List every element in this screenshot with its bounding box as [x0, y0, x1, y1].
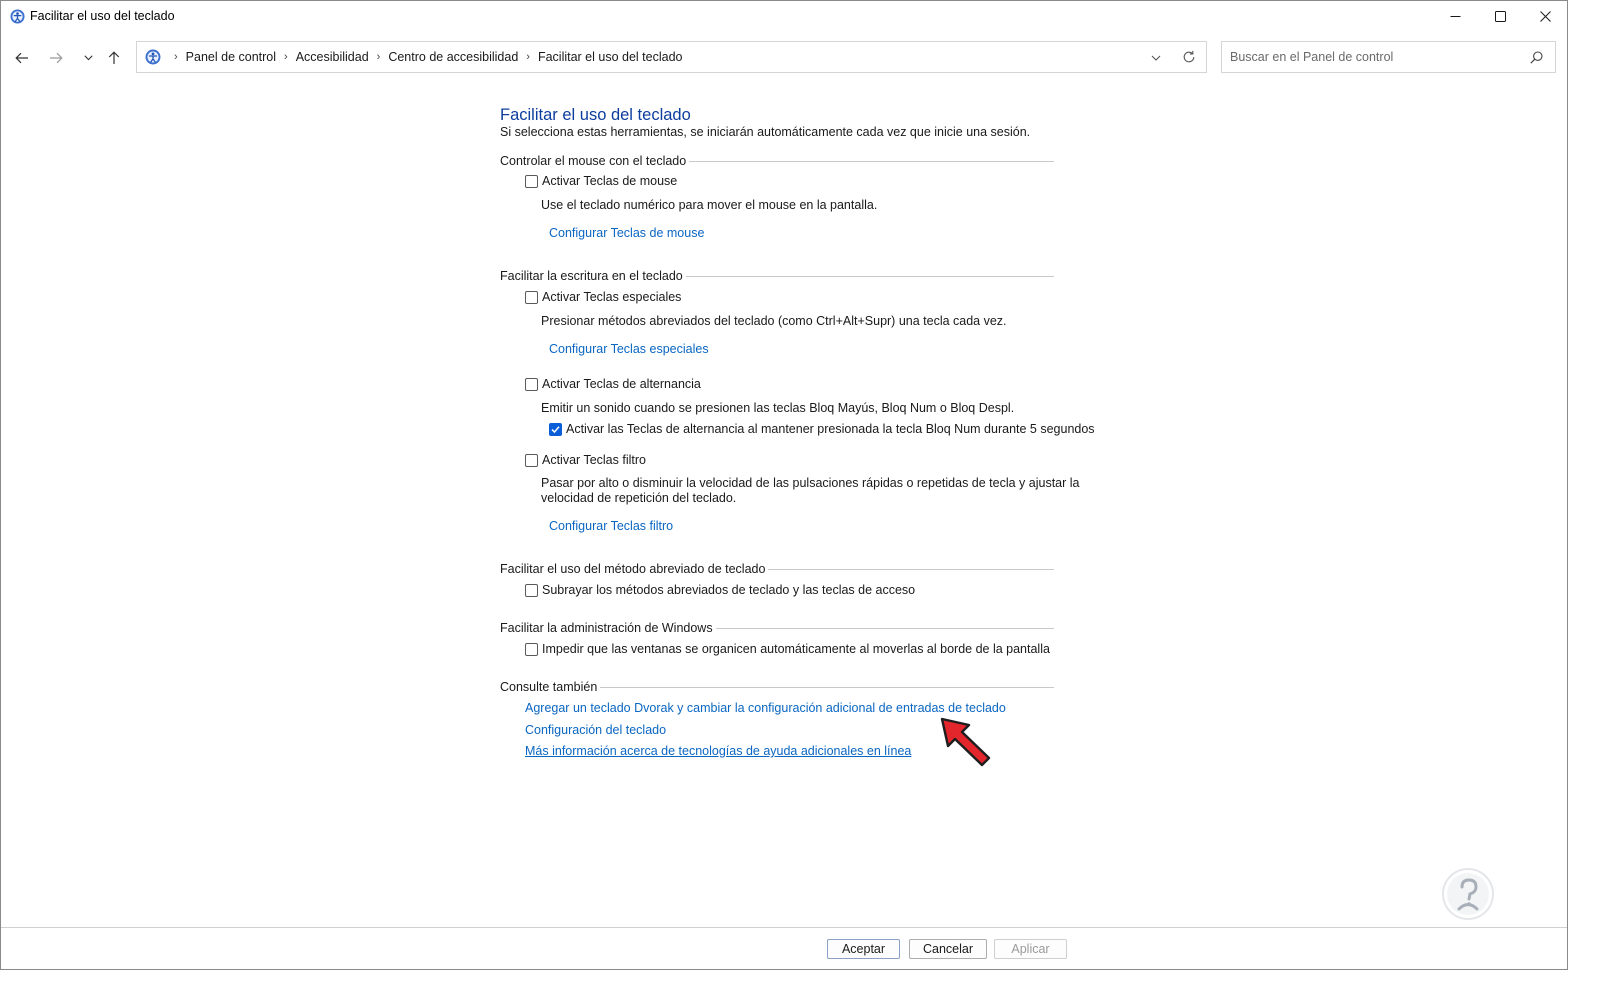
toggle-keys-numlock-label: Activar las Teclas de alternancia al man… [566, 422, 1095, 436]
page-title: Facilitar el uso del teclado [500, 106, 691, 124]
arrow-up-icon [108, 51, 120, 64]
keyboard-settings-link[interactable]: Configuración del teclado [525, 723, 666, 737]
breadcrumb-separator-icon[interactable]: › [174, 51, 178, 63]
section-heading-windows: Facilitar la administración de Windows [500, 620, 1054, 636]
forward-button[interactable] [44, 46, 68, 70]
section-heading-label: Controlar el mouse con el teclado [500, 154, 687, 168]
sticky-keys-description: Presionar métodos abreviados del teclado… [541, 314, 1007, 328]
toggle-keys-numlock-checkbox[interactable] [549, 422, 562, 436]
section-divider [685, 276, 1054, 277]
configure-mouse-keys-link[interactable]: Configurar Teclas de mouse [549, 226, 704, 240]
mouse-keys-checkbox[interactable] [525, 174, 538, 188]
filter-keys-checkbox[interactable] [525, 453, 538, 467]
toggle-keys-numlock-checkbox-row[interactable]: Activar las Teclas de alternancia al man… [549, 422, 1095, 436]
footer-divider [1, 927, 1567, 928]
breadcrumb-separator-icon[interactable]: › [526, 51, 530, 63]
section-heading-mouse: Controlar el mouse con el teclado [500, 153, 1054, 169]
toggle-keys-description: Emitir un sonido cuando se presionen las… [541, 401, 1015, 415]
minimize-icon [1450, 16, 1460, 17]
section-heading-shortcuts: Facilitar el uso del método abreviado de… [500, 561, 1054, 577]
sticky-keys-checkbox[interactable] [525, 290, 538, 304]
control-panel-icon [10, 9, 25, 24]
mouse-keys-checkbox-row[interactable]: Activar Teclas de mouse [525, 174, 677, 188]
breadcrumb-panel-de-control[interactable]: Panel de control [186, 50, 276, 64]
section-heading-typing: Facilitar la escritura en el teclado [500, 268, 1054, 284]
title-bar[interactable]: Facilitar el uso del teclado [1, 1, 1567, 32]
breadcrumb-centro-de-accesibilidad[interactable]: Centro de accesibilidad [388, 50, 518, 64]
breadcrumb-separator-icon[interactable]: › [284, 51, 288, 63]
up-button[interactable] [102, 46, 126, 70]
underline-shortcuts-label: Subrayar los métodos abreviados de tecla… [542, 583, 916, 597]
window: Facilitar el uso del teclado › Panel de … [0, 0, 1568, 970]
toggle-keys-checkbox[interactable] [525, 377, 538, 391]
mouse-keys-label: Activar Teclas de mouse [542, 174, 678, 188]
toggle-keys-label: Activar Teclas de alternancia [542, 377, 701, 391]
search-box[interactable] [1221, 41, 1556, 73]
section-heading-label: Facilitar la escritura en el teclado [500, 269, 683, 283]
filter-keys-checkbox-row[interactable]: Activar Teclas filtro [525, 453, 646, 467]
breadcrumb-separator-icon[interactable]: › [377, 51, 381, 63]
minimize-button[interactable] [1432, 1, 1478, 32]
person-question-logo [1441, 867, 1495, 921]
address-dropdown-icon[interactable] [1150, 51, 1162, 63]
prevent-snap-label: Impedir que las ventanas se organicen au… [542, 642, 1050, 656]
control-panel-icon [145, 49, 161, 65]
prevent-snap-checkbox[interactable] [525, 642, 538, 656]
toggle-keys-checkbox-row[interactable]: Activar Teclas de alternancia [525, 377, 701, 391]
apply-button[interactable]: Aplicar [994, 939, 1067, 959]
section-heading-label: Facilitar el uso del método abreviado de… [500, 562, 766, 576]
back-button[interactable] [10, 46, 34, 70]
address-bar[interactable]: › Panel de control › Accesibilidad › Cen… [136, 41, 1207, 73]
refresh-icon[interactable] [1182, 50, 1196, 64]
recent-locations-button[interactable] [76, 46, 100, 70]
sticky-keys-checkbox-row[interactable]: Activar Teclas especiales [525, 290, 681, 304]
search-icon[interactable] [1530, 51, 1543, 64]
section-divider [768, 569, 1054, 570]
ok-button[interactable]: Aceptar [827, 939, 900, 959]
maximize-button[interactable] [1477, 1, 1523, 32]
page-subtitle: Si selecciona estas herramientas, se ini… [500, 125, 1031, 139]
configure-sticky-keys-link[interactable]: Configurar Teclas especiales [549, 342, 709, 356]
section-heading-label: Consulte también [500, 680, 598, 694]
close-icon [1539, 11, 1551, 22]
filter-keys-label: Activar Teclas filtro [542, 453, 646, 467]
cancel-button[interactable]: Cancelar [909, 939, 987, 959]
underline-shortcuts-checkbox-row[interactable]: Subrayar los métodos abreviados de tecla… [525, 583, 915, 597]
prevent-snap-checkbox-row[interactable]: Impedir que las ventanas se organicen au… [525, 642, 1050, 656]
section-heading-label: Facilitar la administración de Windows [500, 621, 713, 635]
filter-keys-description-line1: Pasar por alto o disminuir la velocidad … [541, 476, 1080, 490]
breadcrumb-accesibilidad[interactable]: Accesibilidad [296, 50, 369, 64]
arrow-right-icon [50, 52, 63, 64]
chevron-down-icon [83, 55, 93, 61]
checkmark-icon [551, 425, 560, 433]
sticky-keys-label: Activar Teclas especiales [542, 290, 682, 304]
configure-filter-keys-link[interactable]: Configurar Teclas filtro [549, 519, 673, 533]
filter-keys-description-line2: velocidad de repetición del teclado. [541, 491, 737, 505]
arrow-left-icon [15, 52, 28, 64]
red-pointer-arrow-icon [939, 713, 993, 769]
section-divider [689, 161, 1054, 162]
breadcrumb-current-page[interactable]: Facilitar el uso del teclado [538, 50, 683, 64]
search-input[interactable] [1222, 42, 1520, 72]
section-heading-see-also: Consulte también [500, 679, 1054, 695]
more-assistive-tech-online-link[interactable]: Más información acerca de tecnologías de… [525, 744, 911, 758]
window-title: Facilitar el uso del teclado [30, 9, 175, 23]
dvorak-keyboard-link[interactable]: Agregar un teclado Dvorak y cambiar la c… [525, 701, 1006, 715]
mouse-keys-description: Use el teclado numérico para mover el mo… [541, 198, 878, 212]
section-divider [600, 687, 1054, 688]
breadcrumb: › Panel de control › Accesibilidad › Cen… [166, 42, 682, 72]
section-divider [715, 628, 1054, 629]
close-button[interactable] [1522, 1, 1567, 32]
underline-shortcuts-checkbox[interactable] [525, 583, 538, 597]
maximize-icon [1494, 11, 1506, 22]
